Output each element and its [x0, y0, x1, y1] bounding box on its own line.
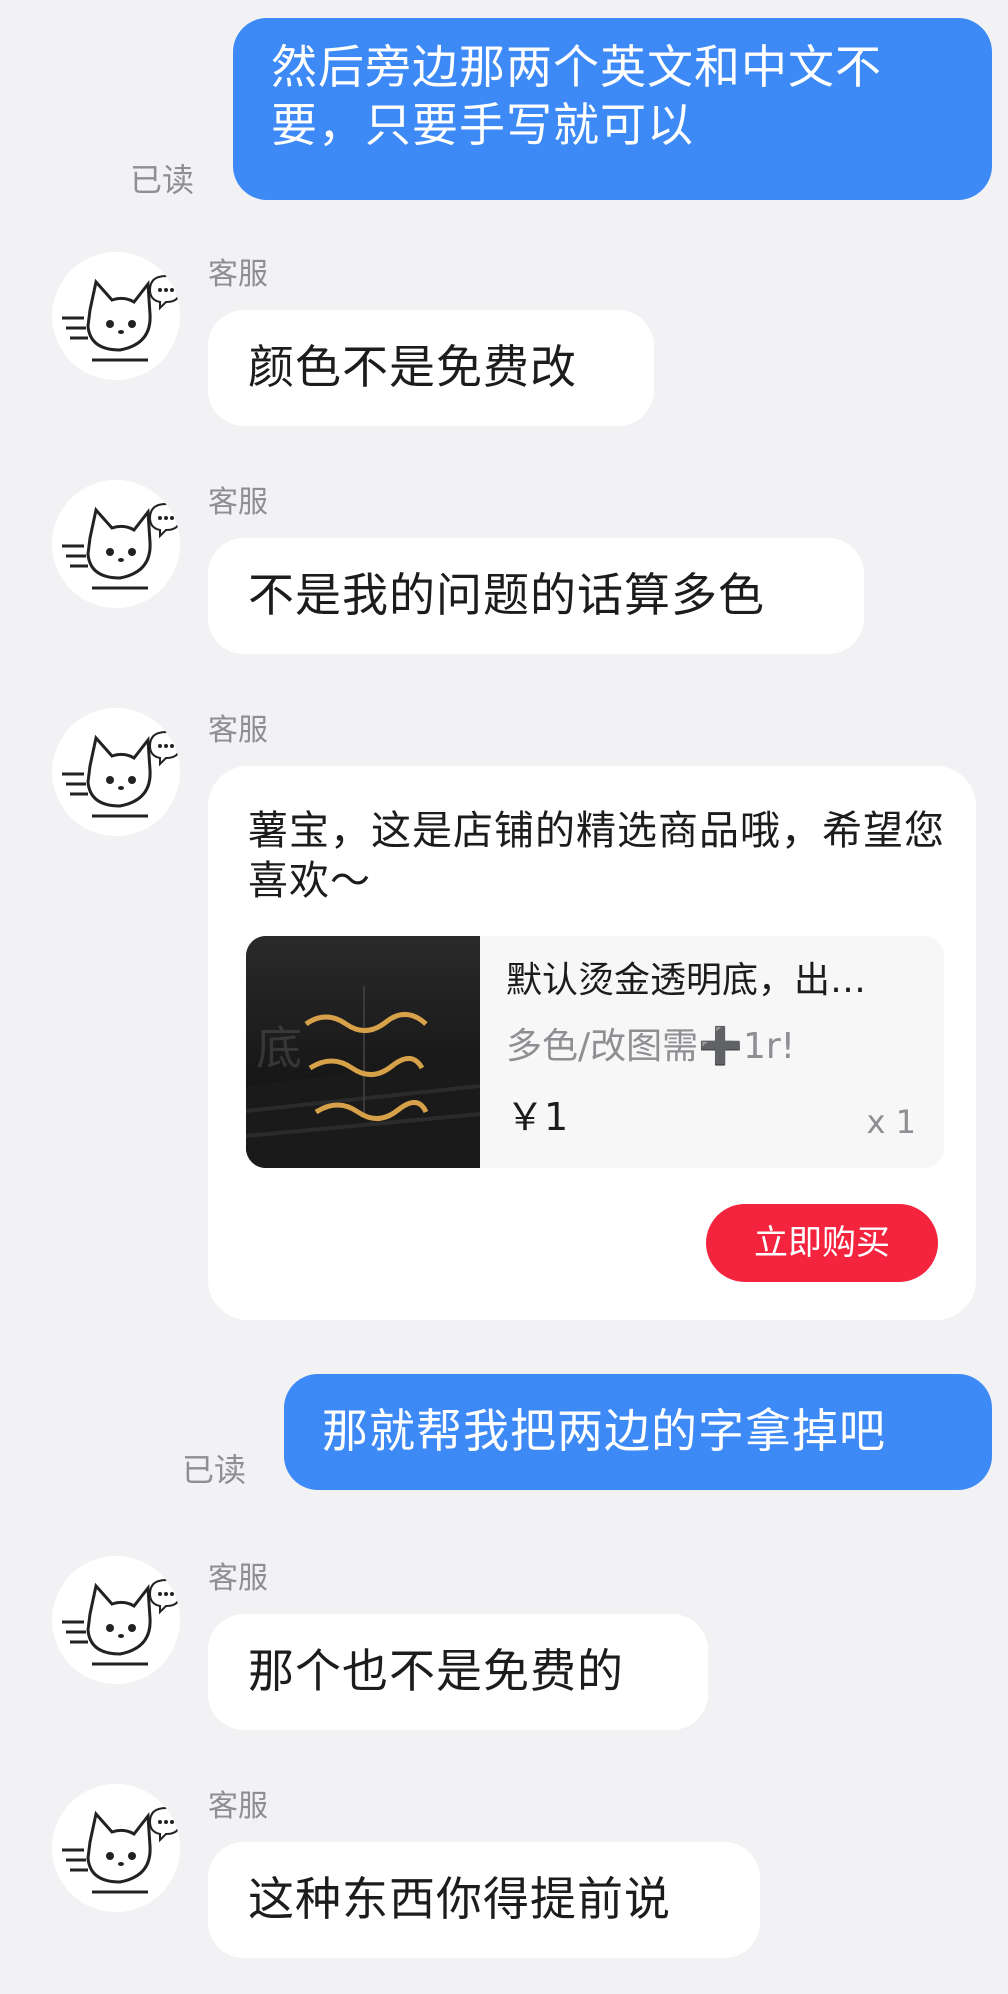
- message-text: 然后旁边那两个英文和中文不要，只要手写就可以: [271, 40, 882, 152]
- message-text: 这种东西你得提前说: [248, 1872, 671, 1926]
- outgoing-message-bubble[interactable]: 那就帮我把两边的字拿掉吧: [284, 1374, 992, 1490]
- white-cat-avatar-icon: [52, 1784, 180, 1912]
- product-image: 底: [246, 936, 480, 1168]
- svg-text:底: 底: [256, 1021, 302, 1075]
- product-price: ￥1: [506, 1095, 569, 1139]
- agent-avatar[interactable]: [52, 708, 180, 836]
- product-card-text: 薯宝，这是店铺的精选商品哦，希望您喜欢～: [248, 808, 945, 904]
- agent-avatar[interactable]: [52, 1784, 180, 1912]
- read-receipt: 已读: [182, 1451, 247, 1489]
- sender-name: 客服: [208, 713, 268, 748]
- message-text: 不是我的问题的话算多色: [248, 568, 765, 622]
- white-cat-avatar-icon: [52, 1556, 180, 1684]
- white-cat-avatar-icon: [52, 708, 180, 836]
- incoming-message-bubble[interactable]: 这种东西你得提前说: [208, 1842, 760, 1958]
- product-quantity: x 1: [866, 1103, 916, 1141]
- product-card-message: 薯宝，这是店铺的精选商品哦，希望您喜欢～ 底 默认烫金透明底，出… 多色/改图需…: [208, 766, 976, 1320]
- sender-name: 客服: [208, 257, 268, 292]
- message-text: 颜色不是免费改: [248, 340, 577, 394]
- message-text: 那就帮我把两边的字拿掉吧: [322, 1404, 886, 1458]
- read-receipt: 已读: [130, 161, 195, 199]
- sender-name: 客服: [208, 1561, 268, 1596]
- chat-thread: 然后旁边那两个英文和中文不要，只要手写就可以 已读 客服 颜色不是免费改 客服 …: [0, 0, 1008, 1994]
- white-cat-avatar-icon: [52, 252, 180, 380]
- product-title: 默认烫金透明底，出…: [506, 960, 867, 1001]
- message-text: 那个也不是免费的: [248, 1644, 624, 1698]
- agent-avatar[interactable]: [52, 1556, 180, 1684]
- incoming-message-bubble[interactable]: 那个也不是免费的: [208, 1614, 708, 1730]
- outgoing-message-bubble[interactable]: 然后旁边那两个英文和中文不要，只要手写就可以: [233, 18, 992, 200]
- product-subtitle: 多色/改图需➕1r!: [506, 1026, 796, 1067]
- white-cat-avatar-icon: [52, 480, 180, 608]
- product-thumbnail[interactable]: 底: [246, 936, 480, 1168]
- agent-avatar[interactable]: [52, 252, 180, 380]
- incoming-message-bubble[interactable]: 颜色不是免费改: [208, 310, 654, 426]
- buy-now-button[interactable]: 立即购买: [706, 1204, 938, 1282]
- incoming-message-bubble[interactable]: 不是我的问题的话算多色: [208, 538, 864, 654]
- sender-name: 客服: [208, 485, 268, 520]
- product-item[interactable]: 底 默认烫金透明底，出… 多色/改图需➕1r! ￥1 x 1: [246, 936, 944, 1168]
- sender-name: 客服: [208, 1789, 268, 1824]
- agent-avatar[interactable]: [52, 480, 180, 608]
